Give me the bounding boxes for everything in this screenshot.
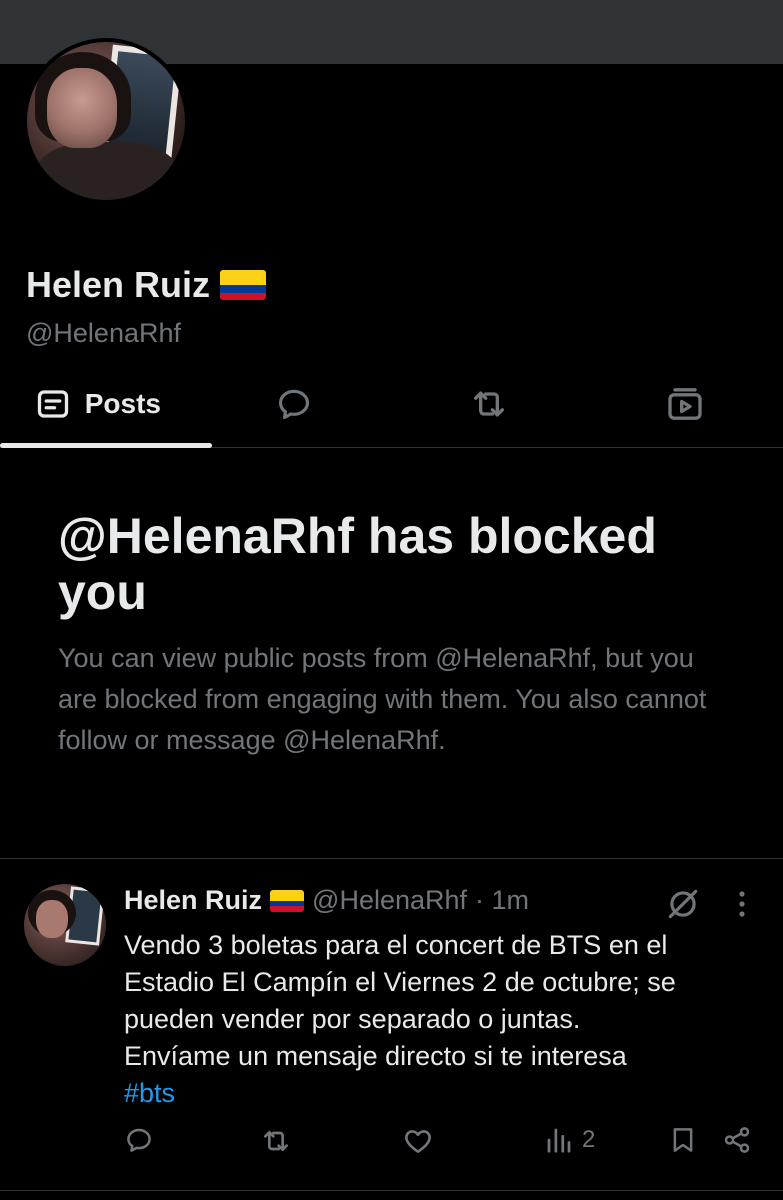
- like-button[interactable]: [402, 1125, 434, 1157]
- bookmark-icon: [673, 1128, 693, 1152]
- repost-icon: [264, 1131, 288, 1151]
- tab-posts[interactable]: Posts: [0, 360, 212, 448]
- post-author-handle[interactable]: @HelenaRhf: [312, 885, 467, 916]
- grok-icon[interactable]: [664, 885, 702, 923]
- views-bar-chart-icon: [547, 1128, 571, 1153]
- post-text-line: Estadio El Campín el Viernes 2 de octubr…: [124, 967, 676, 997]
- repost-icon: [474, 391, 505, 417]
- blocked-description: You can view public posts from @HelenaRh…: [58, 643, 707, 755]
- posts-icon: [37, 390, 68, 418]
- post-author-name[interactable]: Helen Ruiz: [124, 885, 262, 916]
- profile-display-name: Helen Ruiz: [26, 264, 211, 305]
- share-button[interactable]: [722, 1125, 752, 1155]
- reply-bubble-icon: [278, 389, 309, 420]
- profile-tabs: Posts: [0, 360, 783, 448]
- tab-posts-label: Posts: [84, 388, 161, 419]
- profile-photo: [27, 42, 185, 200]
- active-tab-indicator: [0, 443, 212, 448]
- colombia-flag-icon: [220, 270, 267, 300]
- post-actions: 2: [124, 1125, 764, 1165]
- profile-avatar[interactable]: [23, 38, 189, 204]
- post-card[interactable]: Helen Ruiz @HelenaRhf · 1m Vendo 3 bolet…: [0, 859, 783, 1189]
- divider: [0, 1190, 783, 1191]
- post-text: Vendo 3 boletas para el concert de BTS e…: [124, 927, 764, 1112]
- reply-button[interactable]: [124, 1125, 154, 1155]
- reply-icon: [127, 1128, 151, 1152]
- more-options-icon[interactable]: [737, 889, 747, 919]
- post-text-line: pueden vender por separado o juntas.: [124, 1004, 581, 1034]
- post-timestamp[interactable]: · 1m: [475, 885, 529, 916]
- tab-replies[interactable]: [196, 360, 392, 448]
- views-button[interactable]: 2: [544, 1125, 595, 1155]
- post-hashtag-link[interactable]: #bts: [124, 1075, 764, 1112]
- tab-reposts[interactable]: [392, 360, 588, 448]
- heart-icon: [405, 1130, 431, 1153]
- repost-button[interactable]: [260, 1125, 292, 1157]
- post-header: Helen Ruiz @HelenaRhf · 1m: [124, 885, 529, 916]
- bookmark-button[interactable]: [668, 1125, 698, 1155]
- media-icon: [668, 388, 702, 420]
- post-text-line: Envíame un mensaje directo si te interes…: [124, 1041, 627, 1071]
- share-icon: [724, 1127, 750, 1153]
- profile-handle: @HelenaRhf: [26, 318, 181, 348]
- post-text-line: Vendo 3 boletas para el concert de BTS e…: [124, 930, 668, 960]
- blocked-notice: @HelenaRhf has blocked you You can view …: [58, 508, 738, 761]
- profile-name-row: Helen Ruiz: [26, 264, 267, 306]
- blocked-title: @HelenaRhf has blocked you: [58, 508, 657, 620]
- post-author-avatar[interactable]: [24, 884, 106, 966]
- colombia-flag-icon: [270, 889, 305, 912]
- views-count: 2: [582, 1126, 596, 1153]
- tab-media[interactable]: [587, 360, 783, 448]
